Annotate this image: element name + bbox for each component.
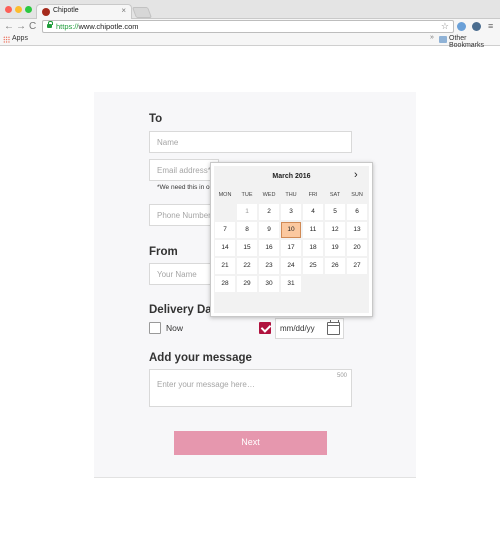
day-cell[interactable]: 28: [215, 276, 235, 292]
next-button-label: Next: [241, 437, 260, 447]
url-text: https://www.chipotle.com: [56, 22, 139, 31]
day-cell[interactable]: 13: [347, 222, 367, 238]
delivery-date-heading: Delivery Dat: [149, 304, 216, 316]
recipient-email-input[interactable]: Email address*: [149, 159, 219, 181]
day-cell[interactable]: 18: [303, 240, 323, 256]
deliver-now-checkbox[interactable]: [149, 322, 161, 334]
day-cell[interactable]: 25: [303, 258, 323, 274]
recipient-phone-input[interactable]: Phone Number: [149, 204, 219, 226]
day-cell[interactable]: 16: [259, 240, 279, 256]
day-cell[interactable]: 5: [325, 204, 345, 220]
next-month-chevron-icon[interactable]: ›: [354, 169, 358, 181]
day-cell[interactable]: 21: [215, 258, 235, 274]
next-button[interactable]: Next: [174, 431, 327, 455]
sender-name-placeholder: Your Name: [157, 270, 197, 279]
sender-name-input[interactable]: Your Name: [149, 263, 219, 285]
day-cell[interactable]: 31: [281, 276, 301, 292]
day-cell[interactable]: 7: [215, 222, 235, 238]
character-counter: 500: [336, 373, 347, 379]
forward-arrow-icon[interactable]: →: [16, 19, 26, 34]
recipient-name-input[interactable]: Name: [149, 131, 352, 153]
bookmarks-bar: Apps » Other Bookmarks: [0, 34, 500, 49]
recipient-email-placeholder: Email address*: [157, 166, 211, 175]
date-placeholder: mm/dd/yy: [280, 324, 315, 333]
empty-day-cell: [215, 204, 235, 220]
weekday-header: SAT: [329, 192, 341, 198]
deliver-now-label: Now: [166, 323, 184, 333]
reload-icon[interactable]: C: [29, 19, 36, 34]
weekday-header: FRI: [308, 192, 318, 198]
message-heading: Add your message: [149, 352, 252, 364]
day-cell[interactable]: 19: [325, 240, 345, 256]
recipient-phone-placeholder: Phone Number: [157, 211, 211, 220]
chipotle-favicon-icon: [42, 8, 50, 16]
apps-grid-icon[interactable]: [3, 36, 10, 43]
day-cell[interactable]: 30: [259, 276, 279, 292]
empty-day-cell: [303, 276, 323, 292]
recipient-name-placeholder: Name: [157, 138, 179, 147]
day-cell[interactable]: 26: [325, 258, 345, 274]
weekday-header: SUN: [351, 192, 363, 198]
profile-icon[interactable]: [472, 22, 481, 31]
day-cell[interactable]: 17: [281, 240, 301, 256]
day-cell[interactable]: 14: [215, 240, 235, 256]
day-cell[interactable]: 27: [347, 258, 367, 274]
day-cell[interactable]: 8: [237, 222, 257, 238]
message-placeholder: Enter your message here…: [157, 380, 255, 389]
day-cell[interactable]: 29: [237, 276, 257, 292]
address-bar[interactable]: https://www.chipotle.com ☆: [42, 20, 454, 33]
empty-day-cell: [325, 276, 345, 292]
datepicker-popup: March 2016 › MON TUE WED THU FRI SAT SUN 1 2 3 4 5 6…: [210, 162, 373, 317]
day-cell[interactable]: 4: [303, 204, 323, 220]
day-cell[interactable]: 15: [237, 240, 257, 256]
tab-title: Chipotle: [53, 7, 79, 14]
day-cell[interactable]: 11: [303, 222, 323, 238]
back-arrow-icon[interactable]: ←: [4, 19, 14, 34]
day-cell[interactable]: 23: [259, 258, 279, 274]
other-bookmarks[interactable]: Other Bookmarks: [449, 35, 500, 49]
day-cell[interactable]: 6: [347, 204, 367, 220]
message-textarea[interactable]: Enter your message here… 500: [149, 369, 352, 407]
from-heading: From: [149, 246, 178, 258]
browser-tab-bar: Chipotle ×: [0, 0, 500, 20]
weekday-header: THU: [285, 192, 297, 198]
day-cell[interactable]: 3: [281, 204, 301, 220]
datepicker-header: March 2016 ›: [214, 166, 369, 188]
email-note: *We need this in or: [157, 184, 212, 191]
day-cell[interactable]: 20: [347, 240, 367, 256]
to-heading: To: [149, 113, 163, 125]
apps-bookmark[interactable]: Apps: [12, 35, 28, 42]
browser-tab[interactable]: Chipotle ×: [36, 4, 132, 20]
datepicker-month-title: March 2016: [272, 173, 311, 180]
weekday-header: WED: [262, 192, 276, 198]
schedule-date-checkbox[interactable]: [259, 322, 271, 334]
selected-day-cell[interactable]: 10: [281, 222, 301, 238]
zoom-window-button[interactable]: [25, 6, 32, 13]
day-cell[interactable]: 2: [259, 204, 279, 220]
lock-icon: [47, 21, 53, 28]
close-window-button[interactable]: [5, 6, 12, 13]
day-cell[interactable]: 12: [325, 222, 345, 238]
bookmark-star-icon[interactable]: ☆: [441, 21, 449, 32]
calendar-icon[interactable]: [327, 320, 340, 335]
new-tab-button[interactable]: [131, 7, 153, 18]
empty-day-cell: [347, 276, 367, 292]
day-cell[interactable]: 1: [237, 204, 257, 220]
day-cell[interactable]: 9: [259, 222, 279, 238]
extension-icon[interactable]: [457, 22, 466, 31]
weekday-header: TUE: [241, 192, 253, 198]
menu-icon[interactable]: ≡: [488, 21, 493, 31]
delivery-date-input[interactable]: mm/dd/yy: [275, 318, 344, 339]
minimize-window-button[interactable]: [15, 6, 22, 13]
browser-toolbar: ← → C https://www.chipotle.com ☆ ≡: [0, 19, 500, 34]
folder-icon: [439, 36, 447, 43]
weekday-header: MON: [218, 192, 232, 198]
day-cell[interactable]: 22: [237, 258, 257, 274]
day-cell[interactable]: 24: [281, 258, 301, 274]
bookmarks-overflow-icon[interactable]: »: [430, 34, 434, 41]
tab-close-icon[interactable]: ×: [121, 6, 126, 15]
